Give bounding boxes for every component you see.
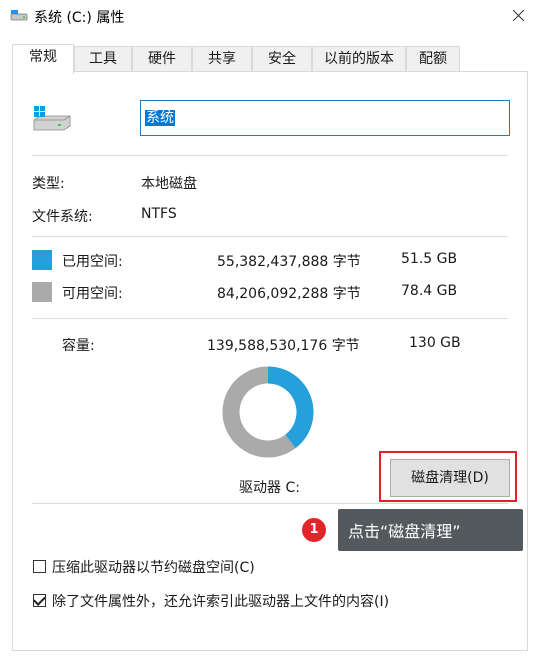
used-space-bytes: 55,382,437,888 字节 — [217, 254, 361, 270]
tab-hardware[interactable]: 硬件 — [132, 46, 192, 72]
checkmark-icon — [33, 593, 46, 606]
divider — [32, 155, 508, 156]
free-space-label: 可用空间: — [62, 286, 123, 302]
free-space-bytes: 84,206,092,288 字节 — [217, 286, 361, 302]
close-button[interactable] — [495, 0, 541, 32]
window-title: 系统 (C:) 属性 — [34, 10, 125, 26]
tab-previous-versions[interactable]: 以前的版本 — [312, 46, 406, 72]
capacity-label: 容量: — [62, 338, 95, 354]
hard-drive-icon — [33, 106, 71, 131]
instruction-text: 点击“磁盘清理” — [348, 522, 461, 541]
drive-name-input[interactable]: 系统 — [140, 100, 510, 136]
divider — [32, 503, 508, 504]
used-space-swatch — [32, 250, 52, 270]
free-space-size: 78.4 GB — [401, 283, 458, 299]
step-badge: 1 — [302, 518, 326, 542]
compress-label: 压缩此驱动器以节约磁盘空间(C) — [52, 560, 255, 576]
disk-usage-chart — [222, 366, 314, 458]
divider — [32, 236, 508, 237]
tab-sharing[interactable]: 共享 — [192, 46, 252, 72]
used-space-label: 已用空间: — [62, 254, 123, 270]
drive-icon — [10, 10, 28, 21]
used-space-size: 51.5 GB — [401, 251, 458, 267]
filesystem-label: 文件系统: — [32, 209, 93, 225]
compress-checkbox[interactable] — [33, 560, 46, 573]
highlight-box — [379, 451, 517, 502]
tab-tools[interactable]: 工具 — [74, 46, 132, 72]
used-space-slice — [267, 366, 314, 449]
drive-letter-label: 驱动器 C: — [239, 480, 300, 496]
drive-name-text: 系统 — [145, 110, 175, 126]
divider — [32, 318, 508, 319]
capacity-size: 130 GB — [409, 335, 461, 351]
free-space-swatch — [32, 282, 52, 302]
index-label: 除了文件属性外，还允许索引此驱动器上文件的内容(I) — [52, 594, 390, 610]
capacity-bytes: 139,588,530,176 字节 — [207, 338, 360, 354]
tab-quota[interactable]: 配额 — [406, 46, 460, 72]
type-value: 本地磁盘 — [141, 176, 197, 192]
filesystem-value: NTFS — [141, 206, 177, 222]
tab-security[interactable]: 安全 — [252, 46, 312, 72]
instruction-callout: 点击“磁盘清理” — [338, 509, 523, 551]
title-bar: 系统 (C:) 属性 — [0, 0, 541, 32]
tab-general[interactable]: 常规 — [12, 44, 74, 74]
index-checkbox[interactable] — [33, 593, 46, 607]
type-label: 类型: — [32, 176, 65, 192]
